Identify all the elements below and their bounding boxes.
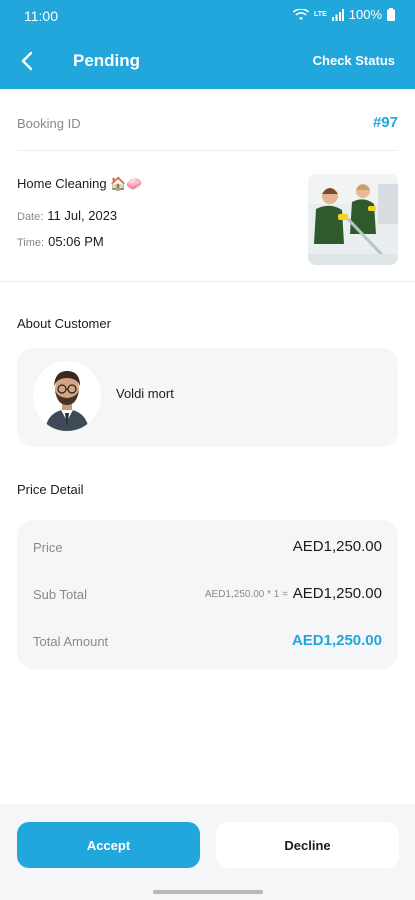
- status-bar: 11:00 LTE 100%: [0, 0, 415, 33]
- status-time: 11:00: [24, 8, 58, 24]
- subtotal-label: Sub Total: [33, 587, 87, 602]
- price-card: Price AED1,250.00 Sub Total AED1,250.00 …: [17, 520, 398, 669]
- service-time-label: Time:: [17, 237, 45, 249]
- network-type: LTE: [314, 11, 327, 18]
- check-status-button[interactable]: Check Status: [313, 53, 395, 68]
- service-time-value: 05:06 PM: [48, 234, 104, 249]
- service-image[interactable]: [308, 174, 398, 265]
- booking-id-value: #97: [372, 114, 398, 131]
- price-label: Price: [33, 540, 63, 555]
- service-date-value: 11 Jul, 2023: [47, 208, 118, 223]
- price-detail-title: Price Detail: [17, 482, 84, 497]
- service-name: Home Cleaning 🏠🧼: [17, 176, 143, 191]
- booking-id-label: Booking ID: [17, 116, 81, 131]
- app-bar: Pending Check Status: [0, 33, 415, 89]
- page-title: Pending: [73, 51, 141, 70]
- about-customer-title: About Customer: [17, 316, 111, 331]
- home-indicator[interactable]: [153, 890, 263, 894]
- signal-icon: [331, 8, 344, 21]
- subtotal-row: Sub Total AED1,250.00 * 1 = AED1,250.00: [33, 585, 382, 605]
- total-row: Total Amount AED1,250.00: [33, 632, 382, 652]
- subtotal-calculation: AED1,250.00 * 1 =: [204, 589, 288, 600]
- wifi-icon: [293, 8, 310, 20]
- customer-name: Voldi mort: [116, 386, 174, 401]
- bottom-action-bar: Accept Decline: [0, 804, 415, 900]
- total-label: Total Amount: [33, 634, 109, 649]
- battery-percent: 100%: [348, 7, 382, 22]
- accept-button[interactable]: Accept: [17, 822, 200, 868]
- price-value: AED1,250.00: [292, 538, 382, 555]
- service-date-row: Date: 11 Jul, 2023: [17, 208, 117, 223]
- decline-button[interactable]: Decline: [216, 822, 399, 868]
- status-icons: LTE 100%: [293, 7, 395, 22]
- service-date-label: Date:: [17, 211, 44, 223]
- back-arrow-icon[interactable]: [16, 49, 40, 73]
- customer-avatar: [33, 361, 101, 431]
- service-time-row: Time: 05:06 PM: [17, 234, 104, 249]
- section-divider: [0, 281, 415, 282]
- divider: [17, 150, 398, 151]
- customer-card[interactable]: Voldi mort: [17, 348, 398, 447]
- battery-icon: [387, 8, 395, 21]
- subtotal-value: AED1,250.00: [292, 585, 382, 602]
- price-row: Price AED1,250.00: [33, 538, 382, 558]
- total-value: AED1,250.00: [291, 632, 382, 649]
